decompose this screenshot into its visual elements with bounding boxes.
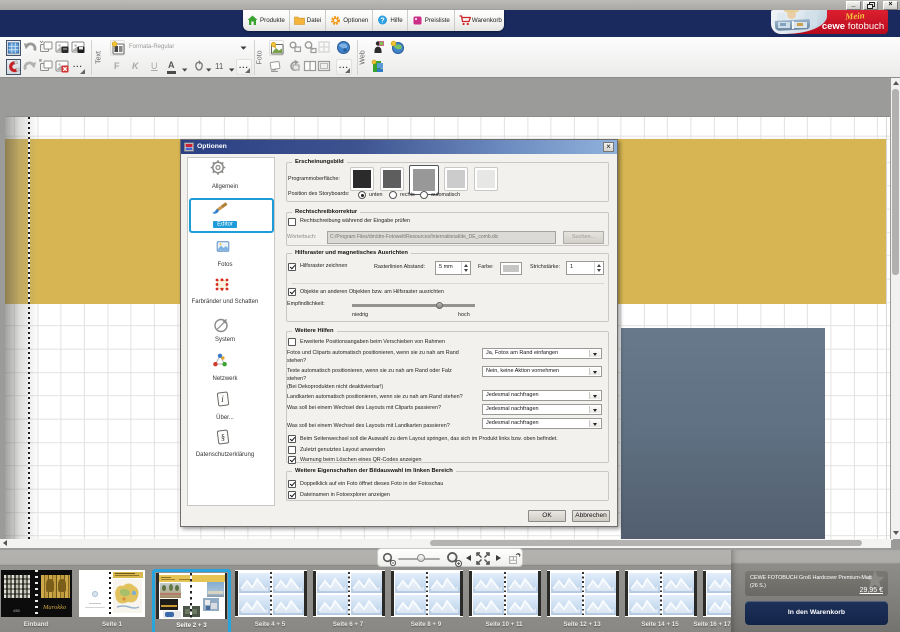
svg-text:§: § xyxy=(221,433,225,442)
svg-text:?: ? xyxy=(381,18,385,25)
